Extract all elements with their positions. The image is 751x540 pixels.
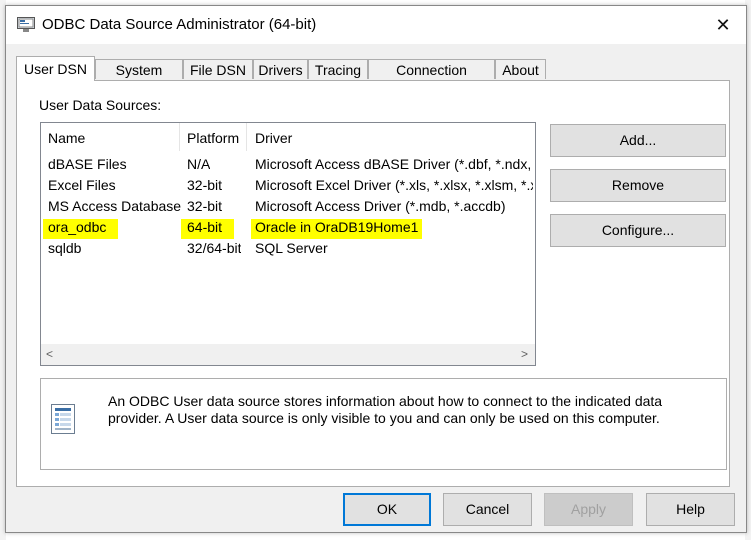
table-row[interactable]: MS Access Database 32-bit Microsoft Acce… xyxy=(41,197,535,218)
row-name: dBASE Files xyxy=(48,156,127,172)
row-platform: 32-bit xyxy=(187,177,223,193)
row-driver: Microsoft Access dBASE Driver (*.dbf, *.… xyxy=(255,156,533,172)
close-button[interactable]: ✕ xyxy=(700,8,746,42)
user-data-sources-label: User Data Sources: xyxy=(39,97,162,113)
ok-button[interactable]: OK xyxy=(343,493,431,526)
tab-connection-pooling[interactable]: Connection Pooling xyxy=(368,59,495,98)
column-header-platform[interactable]: Platform xyxy=(187,130,239,146)
user-dsn-panel: User Data Sources: Name Platform Driver … xyxy=(16,80,730,487)
help-button[interactable]: Help xyxy=(646,493,735,526)
column-separator xyxy=(246,123,247,151)
title-bar[interactable]: ODBC Data Source Administrator (64-bit) … xyxy=(6,6,746,44)
user-data-sources-list[interactable]: Name Platform Driver dBASE Files N/A Mic… xyxy=(40,122,536,366)
table-row[interactable]: dBASE Files N/A Microsoft Access dBASE D… xyxy=(41,155,535,176)
row-name: MS Access Database xyxy=(48,198,182,214)
tab-about[interactable]: About xyxy=(495,59,546,79)
remove-button[interactable]: Remove xyxy=(550,169,726,202)
row-platform-highlighted: 64-bit xyxy=(181,219,235,239)
table-row[interactable]: ora_odbc 64-bit Oracle in OraDB19Home1 xyxy=(41,218,535,239)
tab-drivers[interactable]: Drivers xyxy=(253,59,308,79)
configure-button[interactable]: Configure... xyxy=(550,214,726,247)
row-platform: 32-bit xyxy=(187,198,223,214)
add-button[interactable]: Add... xyxy=(550,124,726,157)
info-description: An ODBC User data source stores informat… xyxy=(108,393,663,426)
odbc-dialog: ODBC Data Source Administrator (64-bit) … xyxy=(5,5,747,533)
tab-file-dsn[interactable]: File DSN xyxy=(183,59,253,79)
window-title: ODBC Data Source Administrator (64-bit) xyxy=(42,16,317,33)
close-icon: ✕ xyxy=(715,15,731,35)
column-separator xyxy=(179,123,180,151)
table-row[interactable]: Excel Files 32-bit Microsoft Excel Drive… xyxy=(41,176,535,197)
column-header-name[interactable]: Name xyxy=(48,130,85,146)
column-header-driver[interactable]: Driver xyxy=(255,130,292,146)
apply-button[interactable]: Apply xyxy=(544,493,633,526)
scroll-right-icon[interactable]: > xyxy=(516,344,533,365)
tab-user-dsn[interactable]: User DSN xyxy=(16,56,95,81)
row-driver-highlighted: Oracle in OraDB19Home1 xyxy=(251,219,423,239)
tab-tracing[interactable]: Tracing xyxy=(308,59,368,79)
row-name: sqldb xyxy=(48,240,82,256)
row-platform: N/A xyxy=(187,156,211,172)
row-driver: Microsoft Access Driver (*.mdb, *.accdb) xyxy=(255,198,506,214)
row-name: Excel Files xyxy=(48,177,116,193)
cancel-button[interactable]: Cancel xyxy=(443,493,532,526)
row-driver: SQL Server xyxy=(255,240,328,256)
row-name-highlighted: ora_odbc xyxy=(43,219,119,239)
tab-system-dsn[interactable]: System DSN xyxy=(95,59,183,98)
horizontal-scrollbar[interactable]: < > xyxy=(41,344,535,365)
info-box: An ODBC User data source stores informat… xyxy=(40,378,727,470)
scroll-left-icon[interactable]: < xyxy=(41,344,58,365)
odbc-app-icon xyxy=(17,17,35,32)
table-row[interactable]: sqldb 32/64-bit SQL Server xyxy=(41,239,535,260)
row-platform: 32/64-bit xyxy=(187,240,242,256)
row-driver: Microsoft Excel Driver (*.xls, *.xlsx, *… xyxy=(255,177,533,193)
data-source-icon xyxy=(51,404,75,434)
